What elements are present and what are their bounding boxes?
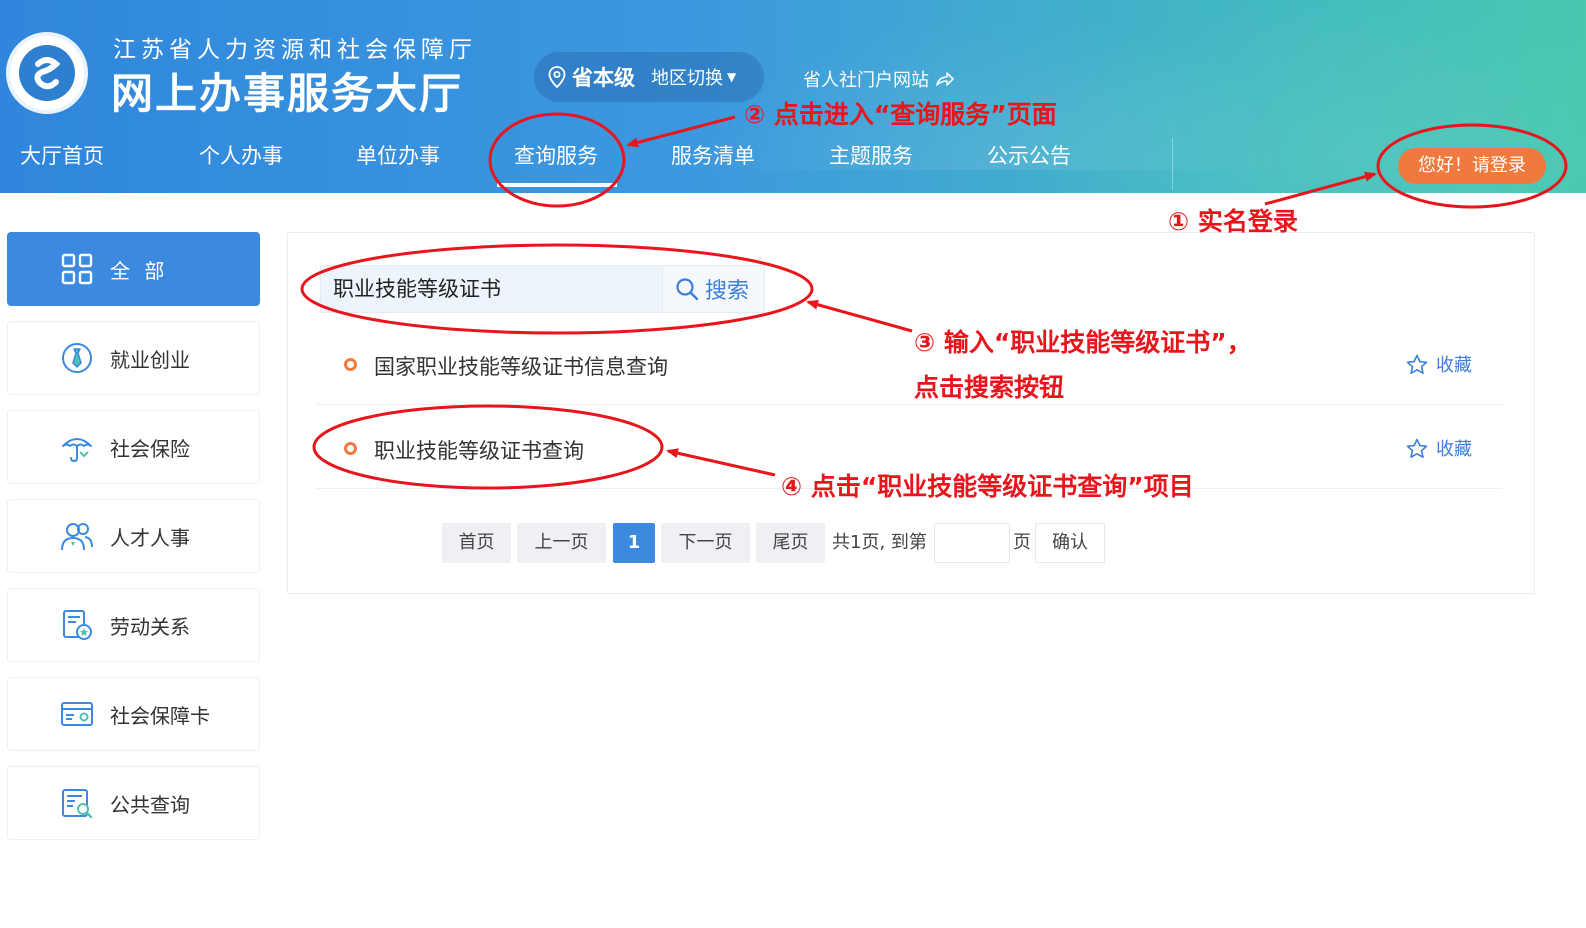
sidebar-item-label: 社会保险: [110, 436, 190, 461]
card-icon: [61, 702, 93, 726]
page-last-button[interactable]: 尾页: [756, 523, 825, 563]
page-prev-button[interactable]: 上一页: [517, 523, 606, 563]
search-document-icon: [62, 789, 93, 819]
nav-home[interactable]: 大厅首页: [20, 140, 104, 180]
nav-announcements[interactable]: 公示公告: [987, 140, 1071, 180]
favorite-label: 收藏: [1436, 355, 1472, 376]
page-first-button[interactable]: 首页: [442, 523, 511, 563]
sidebar-item-all[interactable]: 全 部: [7, 232, 260, 306]
people-icon: [61, 523, 93, 551]
favorite-button[interactable]: 收藏: [1406, 435, 1472, 461]
grid-icon: [61, 253, 93, 285]
page-jump-input[interactable]: [934, 523, 1010, 563]
sidebar-item-employment[interactable]: 就业创业: [7, 321, 260, 395]
nav-active-indicator: [497, 183, 617, 187]
sidebar-item-label: 劳动关系: [110, 614, 190, 639]
org-name: 江苏省人力资源和社会保障厅: [113, 37, 477, 63]
search-button[interactable]: 搜索: [662, 265, 765, 313]
sidebar-item-label: 公共查询: [110, 792, 190, 817]
row-divider: [316, 404, 1502, 405]
sidebar-item-label: 人才人事: [110, 525, 190, 550]
annotation-step-4: ④ 点击“职业技能等级证书查询”项目: [781, 472, 1194, 501]
list-bullet-icon: [344, 358, 357, 371]
result-item-cert-query[interactable]: 职业技能等级证书查询: [374, 435, 584, 465]
nav-theme-service[interactable]: 主题服务: [829, 140, 913, 180]
sidebar-item-labor-relations[interactable]: 劳动关系: [7, 588, 260, 662]
list-bullet-icon: [344, 442, 357, 455]
portal-link[interactable]: 省人社门户网站: [803, 66, 955, 92]
login-button[interactable]: 您好！请登录: [1398, 148, 1546, 184]
nav-personal[interactable]: 个人办事: [199, 140, 283, 180]
umbrella-icon: [62, 438, 92, 463]
sidebar-item-label: 社会保障卡: [110, 703, 210, 728]
nav-service-list[interactable]: 服务清单: [671, 140, 755, 180]
portal-link-label: 省人社门户网站: [803, 70, 929, 91]
result-item-national-cert[interactable]: 国家职业技能等级证书信息查询: [374, 351, 668, 381]
location-pin-icon: [548, 66, 566, 88]
hall-name: 网上办事服务大厅: [111, 69, 464, 118]
annotation-step-3-line2: 点击搜索按钮: [914, 373, 1065, 402]
nav-divider: [1172, 138, 1173, 190]
site-logo-icon[interactable]: [6, 32, 88, 114]
sidebar-item-label: 就业创业: [110, 347, 190, 372]
region-level: 省本级: [572, 66, 635, 90]
page-confirm-button[interactable]: 确认: [1035, 523, 1105, 563]
page-total-text: 共1页, 到第: [832, 532, 927, 553]
nav-query-service[interactable]: 查询服务: [514, 140, 598, 180]
star-icon: [1406, 438, 1428, 458]
page-current-button[interactable]: 1: [613, 523, 655, 563]
search-icon: [676, 278, 699, 301]
star-icon: [1406, 354, 1428, 374]
share-arrow-icon: [936, 72, 954, 86]
annotation-step-2: ② 点击进入“查询服务”页面: [744, 100, 1057, 129]
page-suffix: 页: [1013, 532, 1031, 553]
annotation-step-1: ① 实名登录: [1168, 207, 1298, 236]
caret-down-icon: ▼: [727, 70, 737, 84]
tie-badge-icon: [62, 343, 92, 373]
region-switch[interactable]: 地区切换: [651, 64, 723, 90]
sidebar-item-talent[interactable]: 人才人事: [7, 499, 260, 573]
nav-unit[interactable]: 单位办事: [356, 140, 440, 180]
document-badge-icon: [63, 610, 92, 640]
favorite-label: 收藏: [1436, 439, 1472, 460]
sidebar-item-social-card[interactable]: 社会保障卡: [7, 677, 260, 751]
search-button-label: 搜索: [705, 279, 750, 304]
search-input[interactable]: 职业技能等级证书: [320, 265, 663, 313]
sidebar-item-social-insurance[interactable]: 社会保险: [7, 410, 260, 484]
sidebar-item-label: 全 部: [110, 258, 169, 283]
annotation-step-3-line1: ③ 输入“职业技能等级证书”，: [914, 328, 1252, 357]
page-next-button[interactable]: 下一页: [661, 523, 750, 563]
region-selector[interactable]: 省本级 地区切换 ▼: [534, 52, 764, 102]
favorite-button[interactable]: 收藏: [1406, 351, 1472, 377]
sidebar-item-public-query[interactable]: 公共查询: [7, 766, 260, 840]
